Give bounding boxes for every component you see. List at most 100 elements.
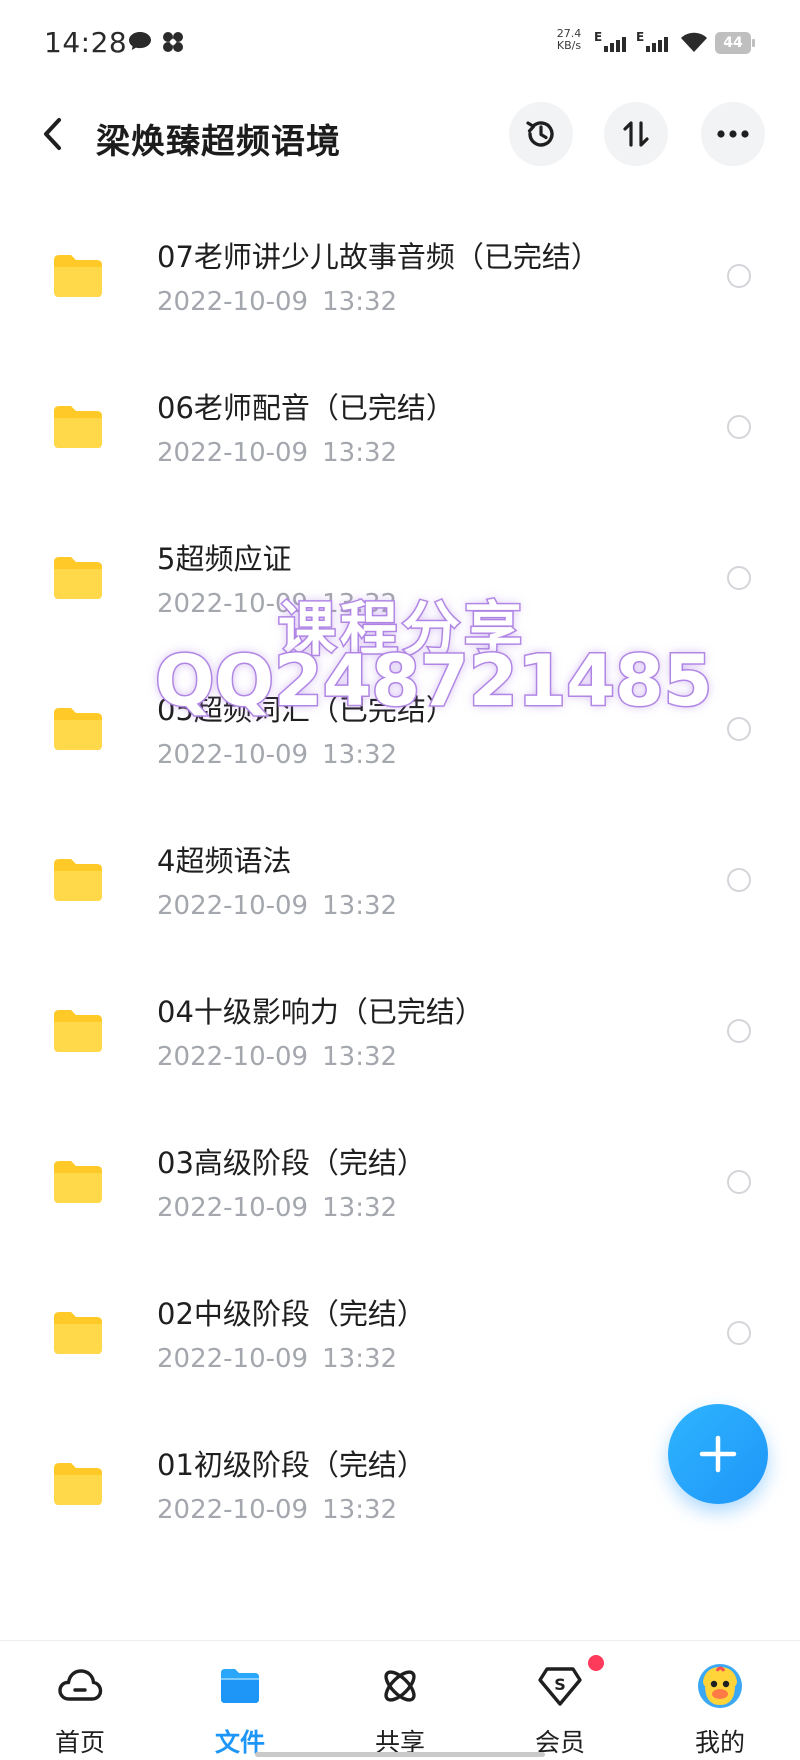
- select-radio[interactable]: [727, 1170, 751, 1194]
- file-modified: 2022-10-09 13:32: [157, 1193, 397, 1223]
- select-radio[interactable]: [727, 717, 751, 741]
- vip-diamond-icon: S: [538, 1667, 582, 1706]
- file-row[interactable]: 03高级阶段（完结） 2022-10-09 13:32: [0, 1112, 800, 1263]
- nav-files[interactable]: 文件: [180, 1641, 300, 1760]
- select-radio[interactable]: [727, 415, 751, 439]
- wifi-icon: [681, 32, 707, 52]
- back-arrow-icon: [44, 118, 61, 150]
- net-speed-unit: KB/s: [556, 39, 582, 52]
- status-bar: 14:28 27.4 KB/s E E 44: [0, 0, 800, 88]
- file-modified: 2022-10-09 13:32: [157, 740, 397, 770]
- folder-icon: [54, 1161, 102, 1203]
- folder-icon: [54, 1312, 102, 1354]
- select-radio[interactable]: [727, 1019, 751, 1043]
- nav-me[interactable]: 我的: [660, 1641, 780, 1760]
- page-title: 梁焕臻超频语境: [96, 122, 341, 162]
- nav-me-label: 我的: [694, 1728, 745, 1757]
- folder-icon: [54, 708, 102, 750]
- file-date: 2022-10-09: [157, 438, 309, 468]
- file-name: 4超频语法: [157, 844, 292, 878]
- file-row[interactable]: 05超频词汇（已完结） 2022-10-09 13:32: [0, 659, 800, 810]
- file-date: 2022-10-09: [157, 1344, 309, 1374]
- select-radio[interactable]: [727, 566, 751, 590]
- sort-icon: [623, 121, 649, 147]
- file-date: 2022-10-09: [157, 1042, 309, 1072]
- file-time: 13:32: [322, 1344, 398, 1374]
- file-row[interactable]: 04十级影响力（已完结） 2022-10-09 13:32: [0, 961, 800, 1112]
- file-time: 13:32: [322, 287, 398, 317]
- file-date: 2022-10-09: [157, 1495, 309, 1525]
- file-row[interactable]: 06老师配音（已完结） 2022-10-09 13:32: [0, 357, 800, 508]
- nav-vip[interactable]: S 会员: [500, 1641, 620, 1760]
- file-date: 2022-10-09: [157, 589, 309, 619]
- file-row[interactable]: 4超频语法 2022-10-09 13:32: [0, 810, 800, 961]
- app-screen: 14:28 27.4 KB/s E E 44 梁焕臻超频语境 07老师讲少儿故事…: [0, 0, 800, 1760]
- history-icon: [526, 121, 554, 147]
- net-speed: 27.4 KB/s: [551, 28, 587, 52]
- file-row[interactable]: 02中级阶段（完结） 2022-10-09 13:32: [0, 1263, 800, 1414]
- chat-bubble-icon: [129, 32, 151, 50]
- avatar-icon: [698, 1664, 742, 1708]
- folder-icon: [54, 255, 102, 297]
- vip-badge-dot: [588, 1655, 604, 1671]
- file-time: 13:32: [322, 589, 398, 619]
- signal-icon: E: [636, 30, 668, 52]
- svg-text:S: S: [554, 1675, 566, 1694]
- select-radio[interactable]: [727, 1321, 751, 1345]
- home-indicator: [255, 1752, 545, 1757]
- file-modified: 2022-10-09 13:32: [157, 438, 397, 468]
- select-radio[interactable]: [727, 868, 751, 892]
- bottom-nav: 首页 文件 共享 S 会员 我的: [0, 1640, 800, 1760]
- file-name: 04十级影响力（已完结）: [157, 995, 484, 1029]
- nav-home-label: 首页: [54, 1728, 105, 1757]
- file-time: 13:32: [322, 1042, 398, 1072]
- file-time: 13:32: [322, 891, 398, 921]
- add-fab-button[interactable]: [668, 1404, 768, 1504]
- folder-icon: [54, 557, 102, 599]
- file-row[interactable]: 5超频应证 2022-10-09 13:32: [0, 508, 800, 659]
- file-time: 13:32: [322, 1495, 398, 1525]
- file-name: 03高级阶段（完结）: [157, 1146, 426, 1180]
- history-button[interactable]: [509, 102, 573, 166]
- nav-share[interactable]: 共享: [340, 1641, 460, 1760]
- file-name: 5超频应证: [157, 542, 292, 576]
- file-time: 13:32: [322, 438, 398, 468]
- folder-icon: [54, 859, 102, 901]
- network-type-2: E: [636, 30, 644, 44]
- file-date: 2022-10-09: [157, 891, 309, 921]
- file-row[interactable]: 07老师讲少儿故事音频（已完结） 2022-10-09 13:32: [0, 206, 800, 357]
- file-date: 2022-10-09: [157, 287, 309, 317]
- file-modified: 2022-10-09 13:32: [157, 1344, 397, 1374]
- folder-icon: [54, 1463, 102, 1505]
- file-name: 02中级阶段（完结）: [157, 1297, 426, 1331]
- file-modified: 2022-10-09 13:32: [157, 891, 397, 921]
- file-name: 05超频词汇（已完结）: [157, 693, 455, 727]
- file-date: 2022-10-09: [157, 1193, 309, 1223]
- folder-icon: [54, 406, 102, 448]
- file-name: 01初级阶段（完结）: [157, 1448, 426, 1482]
- folder-icon: [221, 1669, 259, 1703]
- top-header: 梁焕臻超频语境: [0, 90, 800, 180]
- file-time: 13:32: [322, 1193, 398, 1223]
- file-modified: 2022-10-09 13:32: [157, 1495, 397, 1525]
- battery-icon: 44: [715, 32, 755, 54]
- more-icon: [717, 130, 749, 138]
- file-modified: 2022-10-09 13:32: [157, 287, 397, 317]
- back-button[interactable]: [30, 108, 74, 160]
- battery-level: 44: [715, 32, 751, 54]
- file-name: 06老师配音（已完结）: [157, 391, 455, 425]
- folder-icon: [54, 1010, 102, 1052]
- signal-icon: E: [594, 30, 626, 52]
- nav-home[interactable]: 首页: [20, 1641, 140, 1760]
- file-date: 2022-10-09: [157, 740, 309, 770]
- select-radio[interactable]: [727, 264, 751, 288]
- file-list-inner: 2022-10-0913:3207老师讲少儿故事音频（已完结）2022-10-0…: [0, 181, 800, 1565]
- file-time: 13:32: [322, 740, 398, 770]
- status-time: 14:28: [44, 26, 128, 59]
- file-name: 07老师讲少儿故事音频（已完结）: [157, 240, 600, 274]
- more-button[interactable]: [701, 102, 765, 166]
- sort-button[interactable]: [604, 102, 668, 166]
- file-row[interactable]: 2022-10-0913:32: [0, 181, 800, 206]
- plus-icon: [699, 1435, 737, 1473]
- file-modified: 2022-10-09 13:32: [157, 1042, 397, 1072]
